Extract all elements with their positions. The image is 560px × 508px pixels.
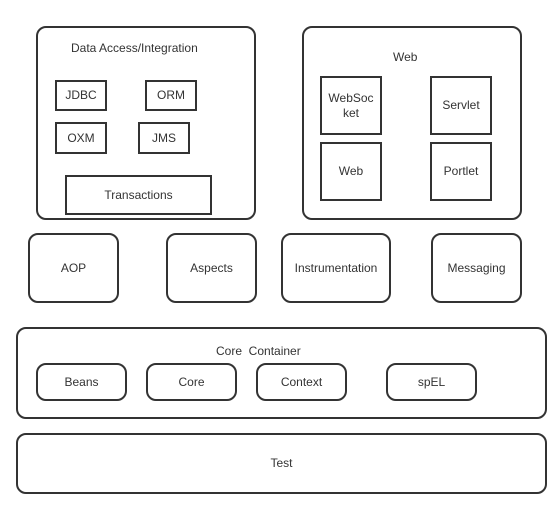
aspects-module: Aspects [166, 233, 257, 303]
jms-module: JMS [138, 122, 190, 154]
oxm-module: OXM [55, 122, 107, 154]
instrumentation-module: Instrumentation [281, 233, 391, 303]
test-module: Test [16, 433, 547, 494]
spel-module: spEL [386, 363, 477, 401]
context-module: Context [256, 363, 347, 401]
core-container-title: Core Container [216, 344, 301, 358]
beans-module: Beans [36, 363, 127, 401]
web-title: Web [393, 50, 418, 64]
aop-module: AOP [28, 233, 119, 303]
websocket-module: WebSoc ket [320, 76, 382, 135]
servlet-module: Servlet [430, 76, 492, 135]
portlet-module: Portlet [430, 142, 492, 201]
core-module: Core [146, 363, 237, 401]
messaging-module: Messaging [431, 233, 522, 303]
web-module: Web [320, 142, 382, 201]
orm-module: ORM [145, 80, 197, 111]
data-access-title: Data Access/Integration [71, 41, 198, 55]
jdbc-module: JDBC [55, 80, 107, 111]
transactions-module: Transactions [65, 175, 212, 215]
